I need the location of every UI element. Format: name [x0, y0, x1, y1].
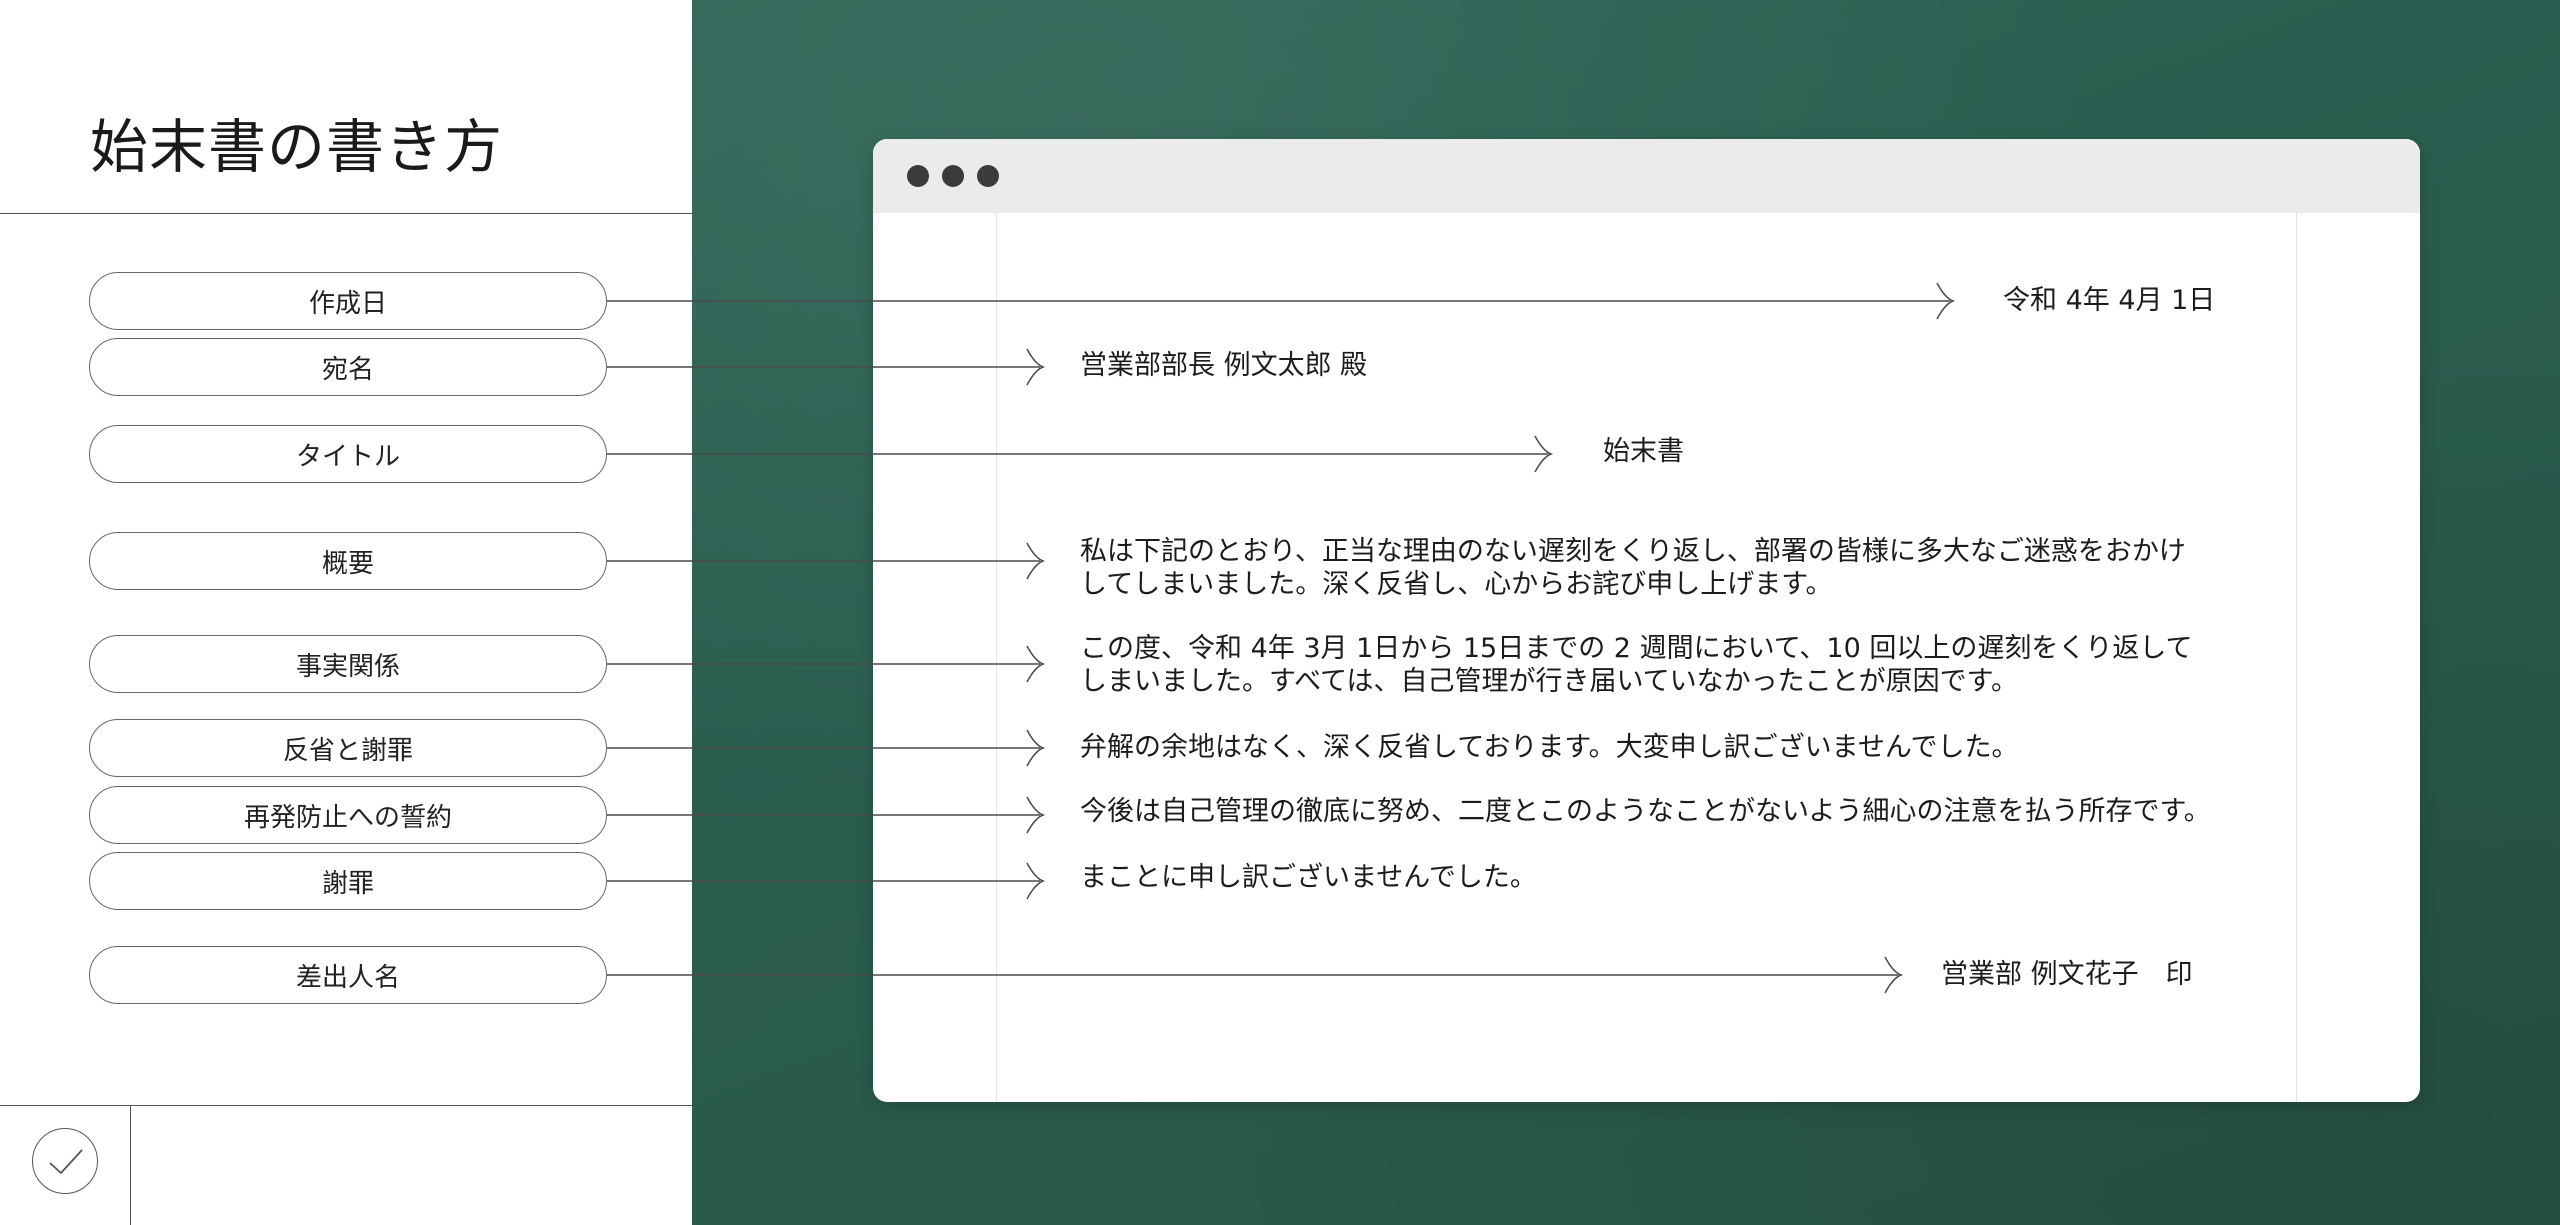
label-reflection: 反省と謝罪 — [89, 719, 607, 777]
window-dot-icon — [907, 165, 929, 187]
footer-divider — [0, 1105, 692, 1106]
document-apology: まことに申し訳ございませんでした。 — [1080, 862, 1537, 893]
document-window: 令和 4年 4月 1日 営業部部長 例文太郎 殿 始末書 私は下記のとおり、正当… — [873, 139, 2420, 1102]
window-dot-icon — [942, 165, 964, 187]
window-titlebar — [873, 139, 2420, 213]
window-dot-icon — [977, 165, 999, 187]
footer-vertical-divider — [130, 1105, 131, 1225]
label-apology: 謝罪 — [89, 852, 607, 910]
document-title: 始末書 — [1603, 436, 1684, 467]
label-date: 作成日 — [89, 272, 607, 330]
document-date: 令和 4年 4月 1日 — [2003, 285, 2216, 316]
document-reflection: 弁解の余地はなく、深く反省しております。大変申し訳ございませんでした。 — [1080, 732, 2019, 763]
left-panel: 始末書の書き方 作成日 宛名 タイトル 概要 事実関係 反省と謝罪 再発防止への… — [0, 0, 692, 1225]
label-facts: 事実関係 — [89, 635, 607, 693]
document-recipient: 営業部部長 例文太郎 殿 — [1080, 350, 1368, 381]
document-summary: 私は下記のとおり、正当な理由のない遅刻をくり返し、部署の皆様に多大なご迷惑をおか… — [1080, 536, 2186, 600]
check-circle-icon — [32, 1128, 98, 1194]
label-recipient: 宛名 — [89, 338, 607, 396]
title-divider — [0, 213, 692, 214]
document-facts: この度、令和 4年 3月 1日から 15日までの 2 週間において、10 回以上… — [1080, 633, 2193, 697]
label-title: タイトル — [89, 425, 607, 483]
document-right-margin — [2296, 213, 2297, 1102]
document-sender: 営業部 例文花子 印 — [1941, 959, 2193, 990]
label-pledge: 再発防止への誓約 — [89, 786, 607, 844]
page-title: 始末書の書き方 — [90, 113, 504, 181]
document-pledge: 今後は自己管理の徹底に努め、二度とこのようなことがないよう細心の注意を払う所存で… — [1080, 796, 2211, 827]
label-summary: 概要 — [89, 532, 607, 590]
label-sender: 差出人名 — [89, 946, 607, 1004]
document-left-margin — [996, 213, 997, 1102]
